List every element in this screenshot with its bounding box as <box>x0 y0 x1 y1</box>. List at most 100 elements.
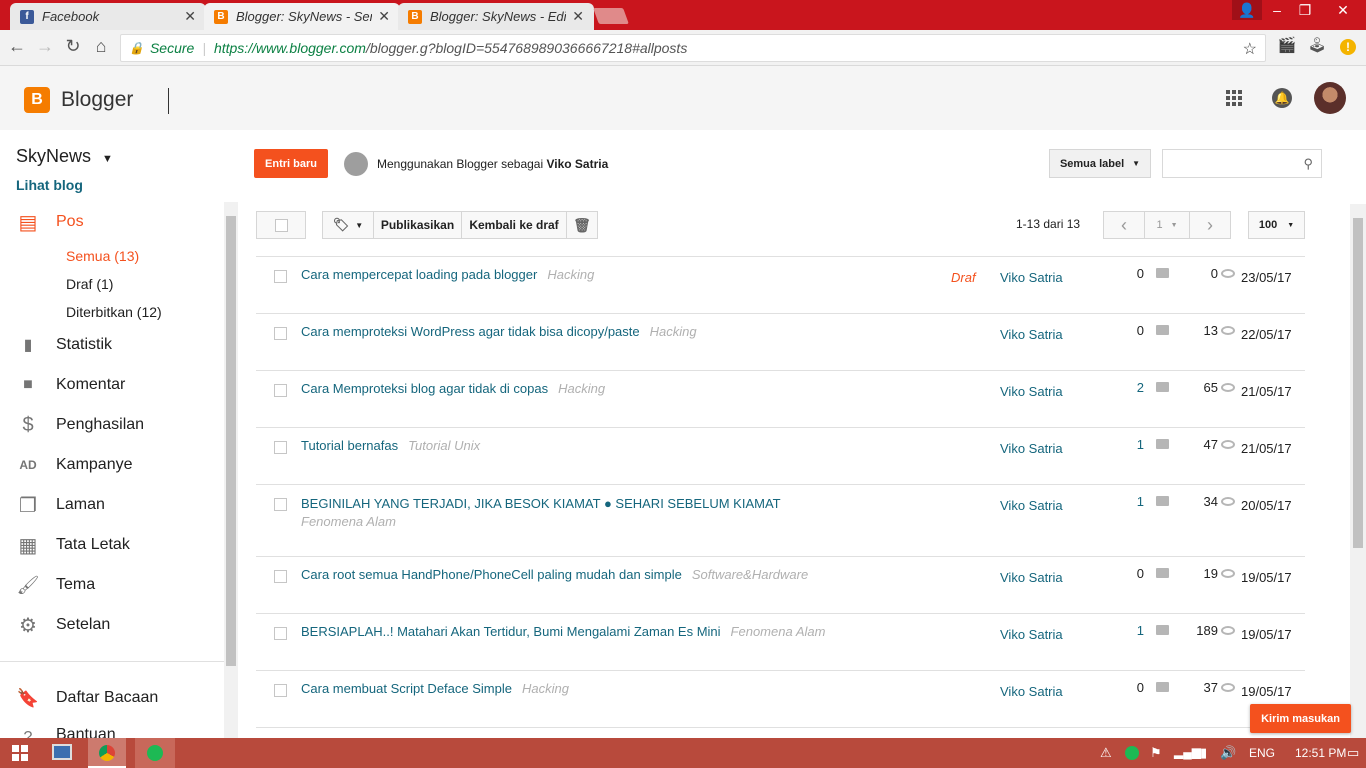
app-name[interactable]: Blogger <box>61 88 133 112</box>
search-icon[interactable]: ⚲ <box>1303 156 1313 172</box>
sidebar-sub-all[interactable]: Semua (13) <box>66 248 139 264</box>
publish-button[interactable]: Publikasikan <box>373 211 462 239</box>
post-title[interactable]: Cara Memproteksi blog agar tidak di copa… <box>301 381 548 396</box>
prev-page-button[interactable]: ‹ <box>1103 211 1145 239</box>
post-label[interactable]: Tutorial Unix <box>408 438 480 453</box>
row-checkbox[interactable] <box>274 684 287 697</box>
chrome-taskbar-button[interactable] <box>88 738 126 768</box>
battery-icon[interactable]: ▮ <box>1200 745 1207 761</box>
tab-blogger-posts[interactable]: B Blogger: SkyNews - Sem ✕ <box>204 3 400 30</box>
new-tab-button[interactable] <box>593 8 629 24</box>
post-title[interactable]: Cara membuat Script Deface Simple <box>301 681 512 696</box>
table-row[interactable]: Cara memproteksi WordPress agar tidak bi… <box>256 314 1305 371</box>
post-author[interactable]: Viko Satria <box>1000 627 1063 642</box>
apps-grid-icon[interactable] <box>1226 90 1242 106</box>
row-checkbox[interactable] <box>274 384 287 397</box>
post-author[interactable]: Viko Satria <box>1000 327 1063 342</box>
table-row[interactable]: Cara mempercepat loading pada blogger Hac… <box>256 257 1305 314</box>
extension-icon[interactable]: 🎬 <box>1276 36 1298 54</box>
post-author[interactable]: Viko Satria <box>1000 441 1063 456</box>
sidebar-scrollbar[interactable] <box>224 202 238 738</box>
address-bar[interactable]: 🔒 Secure | https://www.blogger.com /blog… <box>120 34 1266 62</box>
scrollbar-thumb[interactable] <box>1353 218 1363 548</box>
sidebar-sub-draft[interactable]: Draf (1) <box>66 276 113 292</box>
next-page-button[interactable]: › <box>1189 211 1231 239</box>
table-row[interactable]: BEGINILAH YANG TERJADI, JIKA BESOK KIAMA… <box>256 485 1305 557</box>
post-title[interactable]: Tutorial bernafas <box>301 438 398 453</box>
trash-icon[interactable]: 🗑 <box>566 211 598 239</box>
scrollbar-thumb[interactable] <box>226 216 236 666</box>
tab-facebook[interactable]: f Facebook ✕ <box>10 3 206 30</box>
new-post-button[interactable]: Entri baru <box>254 149 328 178</box>
window-close-button[interactable]: ✕ <box>1320 0 1366 20</box>
table-row[interactable]: BERSIAPLAH..! Matahari Akan Tertidur, Bu… <box>256 614 1305 671</box>
table-row[interactable]: Cara membuat Script Deface Simple Hacking… <box>256 671 1305 728</box>
sidebar-item-stats[interactable]: ▮ Statistik <box>16 333 112 357</box>
post-label[interactable]: Software&Hardware <box>692 567 808 582</box>
blog-selector[interactable]: SkyNews ▼ <box>16 146 113 167</box>
back-icon[interactable]: ← <box>6 36 28 57</box>
send-feedback-button[interactable]: Kirim masukan <box>1250 704 1351 733</box>
row-checkbox[interactable] <box>274 498 287 511</box>
post-title[interactable]: Cara root semua HandPhone/PhoneCell pali… <box>301 567 682 582</box>
sidebar-item-reading-list[interactable]: 🔖 Daftar Bacaan <box>16 686 159 710</box>
post-title[interactable]: BEGINILAH YANG TERJADI, JIKA BESOK KIAMA… <box>301 496 781 511</box>
post-label[interactable]: Hacking <box>650 324 697 339</box>
star-icon[interactable]: ☆ <box>1243 39 1257 59</box>
notification-center-icon[interactable]: ▭ <box>1347 745 1359 761</box>
row-checkbox[interactable] <box>274 327 287 340</box>
profile-icon[interactable]: 👤 <box>1232 0 1262 20</box>
spotify-taskbar-button[interactable] <box>135 738 175 768</box>
per-page-select[interactable]: 100 ▼ <box>1248 211 1305 239</box>
sidebar-item-earnings[interactable]: $ Penghasilan <box>16 413 144 437</box>
blogger-logo-icon[interactable]: B <box>24 87 50 113</box>
reload-icon[interactable]: ↻ <box>62 36 84 57</box>
post-author[interactable]: Viko Satria <box>1000 270 1063 285</box>
post-label[interactable]: Hacking <box>558 381 605 396</box>
signal-icon[interactable]: ▂▄▆ <box>1174 745 1201 759</box>
post-author[interactable]: Viko Satria <box>1000 384 1063 399</box>
comment-count[interactable]: 1 <box>1126 494 1144 509</box>
volume-icon[interactable]: 🔊 <box>1220 745 1236 761</box>
post-title[interactable]: Cara memproteksi WordPress agar tidak bi… <box>301 324 640 339</box>
close-icon[interactable]: ✕ <box>572 8 584 25</box>
post-title[interactable]: Cara mempercepat loading pada blogger <box>301 267 537 282</box>
sidebar-item-pages[interactable]: ❐ Laman <box>16 493 105 517</box>
avatar[interactable] <box>1314 82 1346 114</box>
sidebar-item-theme[interactable]: 🖌 Tema <box>16 573 96 597</box>
row-checkbox[interactable] <box>274 270 287 283</box>
minimize-button[interactable]: – <box>1262 0 1292 20</box>
page-select[interactable]: 1 ▼ <box>1144 211 1190 239</box>
main-scrollbar[interactable] <box>1350 204 1366 738</box>
table-row[interactable]: Cara root semua HandPhone/PhoneCell pali… <box>256 557 1305 614</box>
label-tag-button[interactable]: 🏷 ▼ <box>322 211 374 239</box>
revert-to-draft-button[interactable]: Kembali ke draf <box>461 211 567 239</box>
sidebar-sub-published[interactable]: Diterbitkan (12) <box>66 304 162 320</box>
tray-spotify-icon[interactable] <box>1125 746 1139 760</box>
comment-count[interactable]: 2 <box>1126 380 1144 395</box>
post-label[interactable]: Fenomena Alam <box>731 624 826 639</box>
post-label[interactable]: Hacking <box>522 681 569 696</box>
chrome-menu-alert-icon[interactable]: ! <box>1340 39 1356 55</box>
post-title[interactable]: BERSIAPLAH..! Matahari Akan Tertidur, Bu… <box>301 624 721 639</box>
search-input[interactable]: ⚲ <box>1162 149 1322 178</box>
close-icon[interactable]: ✕ <box>184 8 196 25</box>
forward-icon[interactable]: → <box>34 36 56 57</box>
notifications-icon[interactable]: 🔔 <box>1272 88 1292 108</box>
sidebar-item-settings[interactable]: ⚙ Setelan <box>16 613 110 637</box>
row-checkbox[interactable] <box>274 441 287 454</box>
sidebar-item-help[interactable]: ? Bantuan <box>16 726 116 738</box>
extension-icon[interactable]: 🕹 <box>1306 36 1328 54</box>
table-row[interactable]: Cara Memproteksi blog agar tidak di copa… <box>256 371 1305 428</box>
post-author[interactable]: Viko Satria <box>1000 498 1063 513</box>
view-blog-link[interactable]: Lihat blog <box>16 177 83 193</box>
post-label[interactable]: Hacking <box>547 267 594 282</box>
clock[interactable]: 12:51 PM <box>1295 746 1346 760</box>
sidebar-item-posts[interactable]: ▤ Pos <box>16 210 84 234</box>
label-filter-dropdown[interactable]: Semua label ▼ <box>1049 149 1151 178</box>
home-icon[interactable]: ⌂ <box>90 36 112 57</box>
maximize-button[interactable]: ❐ <box>1290 0 1320 20</box>
tab-blogger-edit[interactable]: B Blogger: SkyNews - Edi ✕ <box>398 3 594 30</box>
row-checkbox[interactable] <box>274 570 287 583</box>
desktop-app-icon[interactable] <box>52 744 72 760</box>
